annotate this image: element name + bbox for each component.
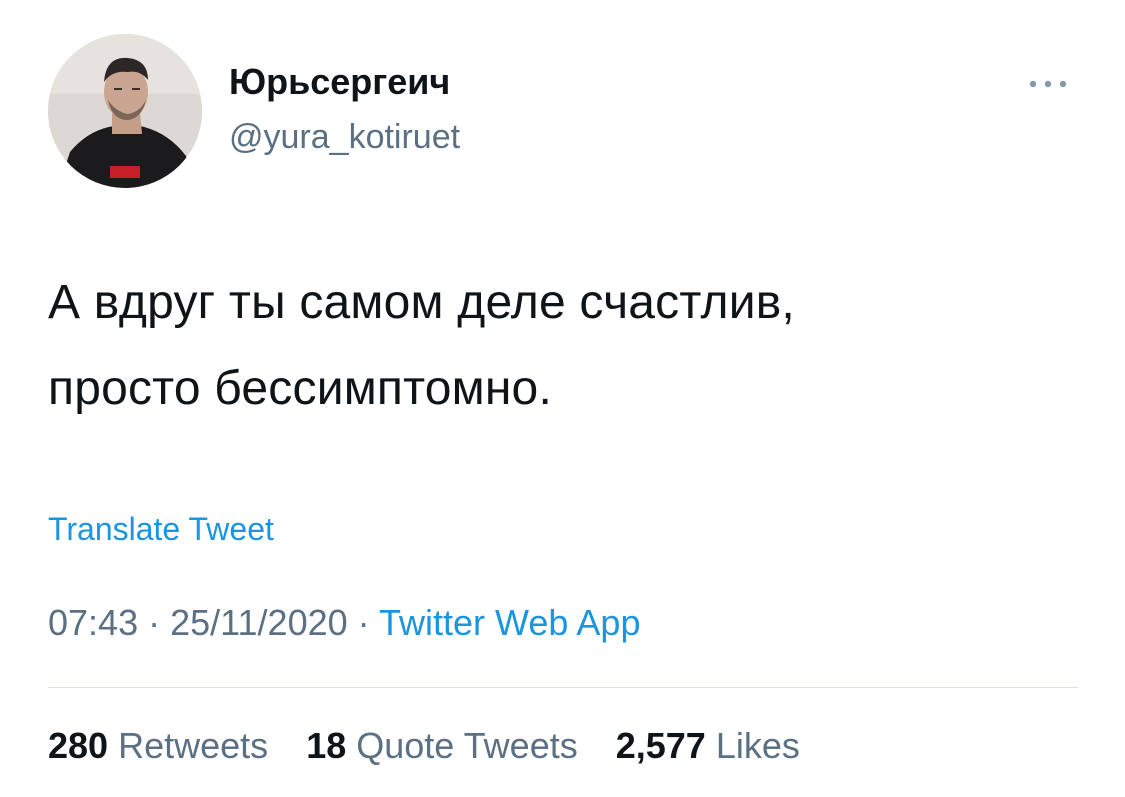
retweets-label: Retweets bbox=[118, 725, 269, 766]
tweet-time[interactable]: 07:43 bbox=[48, 602, 138, 643]
avatar-photo bbox=[48, 34, 202, 188]
tweet-metadata: 07:43 · 25/11/2020 · Twitter Web App bbox=[48, 601, 640, 645]
author-display-name[interactable]: Юрьсергеич bbox=[229, 60, 450, 104]
author-handle[interactable]: @yura_kotiruet bbox=[229, 116, 460, 158]
likes-stat[interactable]: 2,577 Likes bbox=[616, 725, 800, 766]
tweet-text: А вдруг ты самом деле счастлив, просто б… bbox=[48, 260, 1088, 432]
quote-tweets-stat[interactable]: 18 Quote Tweets bbox=[306, 725, 578, 766]
meta-separator: · bbox=[357, 602, 370, 643]
tweet-card: Юрьсергеич @yura_kotiruet А вдруг ты сам… bbox=[0, 0, 1125, 797]
translate-tweet-link[interactable]: Translate Tweet bbox=[48, 509, 274, 549]
likes-count: 2,577 bbox=[615, 725, 706, 766]
quote-tweets-label: Quote Tweets bbox=[356, 725, 578, 766]
quote-tweets-count: 18 bbox=[306, 725, 347, 766]
retweets-count: 280 bbox=[48, 725, 109, 766]
tweet-stats: 280 Retweets 18 Quote Tweets 2,577 Likes bbox=[48, 724, 828, 768]
avatar-shirt-patch bbox=[110, 166, 140, 178]
tweet-text-line: просто бессимптомно. bbox=[48, 362, 552, 415]
retweets-stat[interactable]: 280 Retweets bbox=[48, 725, 268, 766]
avatar[interactable] bbox=[48, 34, 202, 188]
meta-separator: · bbox=[148, 602, 161, 643]
tweet-source-link[interactable]: Twitter Web App bbox=[379, 602, 640, 643]
tweet-date[interactable]: 25/11/2020 bbox=[170, 602, 348, 643]
likes-label: Likes bbox=[715, 725, 800, 766]
more-horizontal-icon bbox=[1029, 80, 1067, 88]
divider bbox=[48, 687, 1078, 688]
more-options-button[interactable] bbox=[1026, 74, 1070, 94]
tweet-text-line: А вдруг ты самом деле счастлив, bbox=[48, 276, 795, 329]
